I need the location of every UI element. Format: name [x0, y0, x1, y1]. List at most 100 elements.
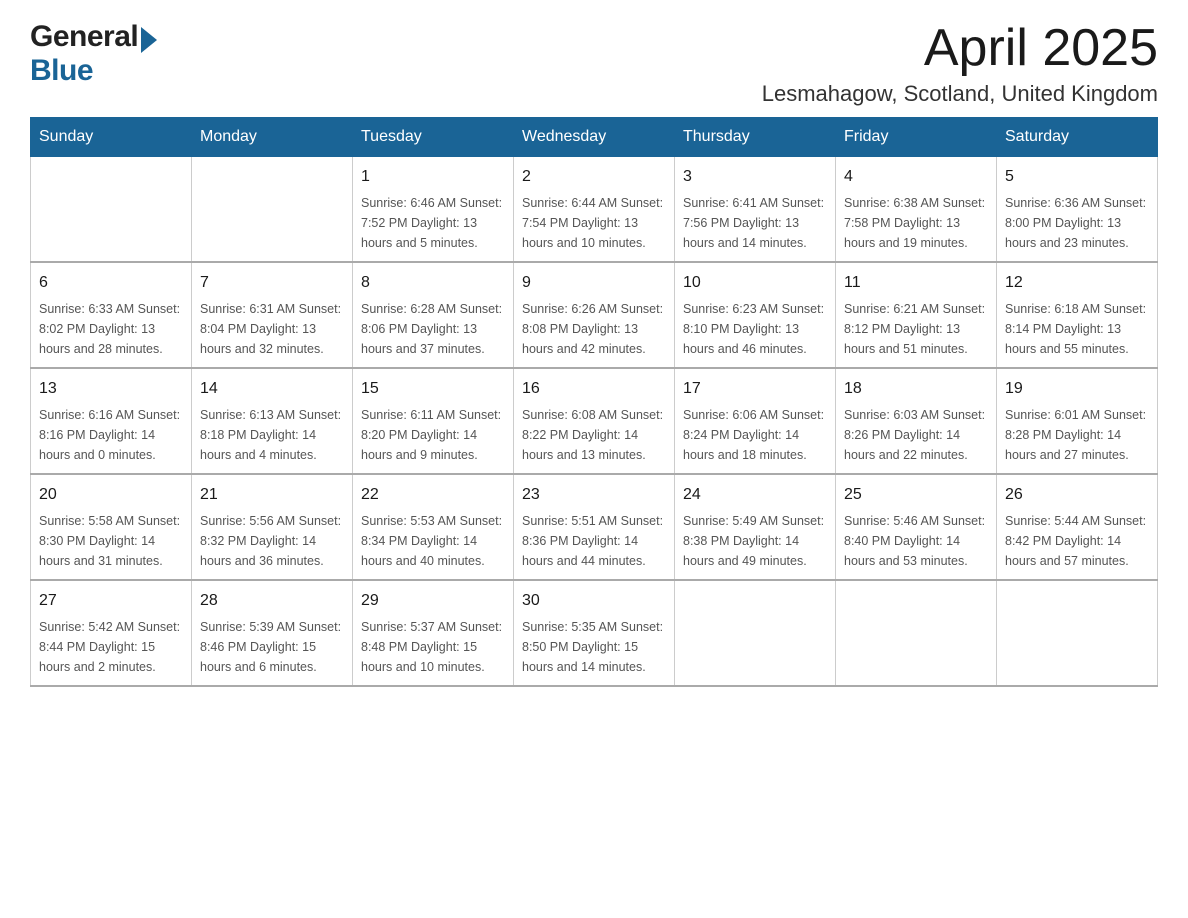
day-info: Sunrise: 5:53 AM Sunset: 8:34 PM Dayligh… [361, 511, 505, 571]
calendar-header-row: Sunday Monday Tuesday Wednesday Thursday… [31, 118, 1158, 157]
day-info: Sunrise: 5:39 AM Sunset: 8:46 PM Dayligh… [200, 617, 344, 677]
calendar-cell-w1-d4: 2 Sunrise: 6:44 AM Sunset: 7:54 PM Daylig… [514, 157, 675, 263]
day-number: 3 [683, 165, 827, 189]
day-number: 7 [200, 271, 344, 295]
day-info: Sunrise: 6:18 AM Sunset: 8:14 PM Dayligh… [1005, 299, 1149, 359]
calendar-cell-w1-d3: 1 Sunrise: 6:46 AM Sunset: 7:52 PM Daylig… [353, 157, 514, 263]
calendar-cell-w5-d3: 29 Sunrise: 5:37 AM Sunset: 8:48 PM Dayli… [353, 580, 514, 686]
day-number: 17 [683, 377, 827, 401]
day-info: Sunrise: 6:11 AM Sunset: 8:20 PM Dayligh… [361, 405, 505, 465]
col-saturday: Saturday [997, 118, 1158, 157]
day-number: 20 [39, 483, 183, 507]
calendar-cell-w1-d1 [31, 157, 192, 263]
day-number: 26 [1005, 483, 1149, 507]
day-number: 24 [683, 483, 827, 507]
day-number: 18 [844, 377, 988, 401]
day-number: 30 [522, 589, 666, 613]
calendar-cell-w3-d4: 16 Sunrise: 6:08 AM Sunset: 8:22 PM Dayli… [514, 368, 675, 474]
day-number: 1 [361, 165, 505, 189]
day-number: 14 [200, 377, 344, 401]
page-subtitle: Lesmahagow, Scotland, United Kingdom [762, 81, 1158, 107]
calendar-cell-w5-d2: 28Sunrise: 5:39 AM Sunset: 8:46 PM Dayli… [192, 580, 353, 686]
day-number: 12 [1005, 271, 1149, 295]
calendar-cell-w3-d7: 19 Sunrise: 6:01 AM Sunset: 8:28 PM Dayli… [997, 368, 1158, 474]
calendar-cell-w4-d6: 25Sunrise: 5:46 AM Sunset: 8:40 PM Dayli… [836, 474, 997, 580]
day-info: Sunrise: 5:44 AM Sunset: 8:42 PM Dayligh… [1005, 511, 1149, 571]
calendar-week-1: 1 Sunrise: 6:46 AM Sunset: 7:52 PM Daylig… [31, 157, 1158, 263]
day-info: Sunrise: 6:08 AM Sunset: 8:22 PM Dayligh… [522, 405, 666, 465]
day-info: Sunrise: 6:01 AM Sunset: 8:28 PM Dayligh… [1005, 405, 1149, 465]
calendar-cell-w4-d4: 23Sunrise: 5:51 AM Sunset: 8:36 PM Dayli… [514, 474, 675, 580]
day-number: 11 [844, 271, 988, 295]
day-info: Sunrise: 6:46 AM Sunset: 7:52 PM Dayligh… [361, 193, 505, 253]
calendar-cell-w5-d4: 30Sunrise: 5:35 AM Sunset: 8:50 PM Dayli… [514, 580, 675, 686]
calendar-cell-w3-d3: 15 Sunrise: 6:11 AM Sunset: 8:20 PM Dayli… [353, 368, 514, 474]
calendar-cell-w3-d2: 14 Sunrise: 6:13 AM Sunset: 8:18 PM Dayli… [192, 368, 353, 474]
day-number: 2 [522, 165, 666, 189]
calendar-cell-w2-d3: 8 Sunrise: 6:28 AM Sunset: 8:06 PM Daylig… [353, 262, 514, 368]
day-number: 23 [522, 483, 666, 507]
col-tuesday: Tuesday [353, 118, 514, 157]
day-number: 5 [1005, 165, 1149, 189]
day-info: Sunrise: 5:58 AM Sunset: 8:30 PM Dayligh… [39, 511, 183, 571]
calendar-cell-w3-d5: 17 Sunrise: 6:06 AM Sunset: 8:24 PM Dayli… [675, 368, 836, 474]
day-info: Sunrise: 6:36 AM Sunset: 8:00 PM Dayligh… [1005, 193, 1149, 253]
day-info: Sunrise: 6:21 AM Sunset: 8:12 PM Dayligh… [844, 299, 988, 359]
calendar-week-2: 6 Sunrise: 6:33 AM Sunset: 8:02 PM Daylig… [31, 262, 1158, 368]
col-monday: Monday [192, 118, 353, 157]
day-info: Sunrise: 6:23 AM Sunset: 8:10 PM Dayligh… [683, 299, 827, 359]
calendar-cell-w1-d7: 5 Sunrise: 6:36 AM Sunset: 8:00 PM Daylig… [997, 157, 1158, 263]
day-info: Sunrise: 6:44 AM Sunset: 7:54 PM Dayligh… [522, 193, 666, 253]
day-info: Sunrise: 5:46 AM Sunset: 8:40 PM Dayligh… [844, 511, 988, 571]
day-number: 27 [39, 589, 183, 613]
day-info: Sunrise: 6:03 AM Sunset: 8:26 PM Dayligh… [844, 405, 988, 465]
logo: General Blue [30, 20, 157, 88]
day-number: 8 [361, 271, 505, 295]
day-info: Sunrise: 6:06 AM Sunset: 8:24 PM Dayligh… [683, 405, 827, 465]
title-section: April 2025 Lesmahagow, Scotland, United … [762, 20, 1158, 107]
day-number: 15 [361, 377, 505, 401]
day-info: Sunrise: 5:42 AM Sunset: 8:44 PM Dayligh… [39, 617, 183, 677]
day-number: 16 [522, 377, 666, 401]
day-info: Sunrise: 6:38 AM Sunset: 7:58 PM Dayligh… [844, 193, 988, 253]
calendar-cell-w3-d1: 13Sunrise: 6:16 AM Sunset: 8:16 PM Dayli… [31, 368, 192, 474]
calendar-week-3: 13Sunrise: 6:16 AM Sunset: 8:16 PM Dayli… [31, 368, 1158, 474]
page-header: General Blue April 2025 Lesmahagow, Scot… [30, 20, 1158, 107]
calendar-cell-w2-d7: 12 Sunrise: 6:18 AM Sunset: 8:14 PM Dayli… [997, 262, 1158, 368]
logo-blue-text: Blue [30, 54, 93, 88]
calendar-cell-w5-d6 [836, 580, 997, 686]
calendar-cell-w2-d6: 11 Sunrise: 6:21 AM Sunset: 8:12 PM Dayli… [836, 262, 997, 368]
calendar-cell-w5-d5 [675, 580, 836, 686]
day-info: Sunrise: 5:49 AM Sunset: 8:38 PM Dayligh… [683, 511, 827, 571]
calendar-cell-w2-d5: 10 Sunrise: 6:23 AM Sunset: 8:10 PM Dayli… [675, 262, 836, 368]
calendar-cell-w2-d4: 9Sunrise: 6:26 AM Sunset: 8:08 PM Daylig… [514, 262, 675, 368]
day-info: Sunrise: 5:56 AM Sunset: 8:32 PM Dayligh… [200, 511, 344, 571]
calendar-cell-w5-d1: 27 Sunrise: 5:42 AM Sunset: 8:44 PM Dayli… [31, 580, 192, 686]
calendar-cell-w4-d5: 24 Sunrise: 5:49 AM Sunset: 8:38 PM Dayli… [675, 474, 836, 580]
calendar-cell-w1-d2 [192, 157, 353, 263]
calendar-cell-w4-d7: 26 Sunrise: 5:44 AM Sunset: 8:42 PM Dayli… [997, 474, 1158, 580]
calendar-cell-w4-d3: 22 Sunrise: 5:53 AM Sunset: 8:34 PM Dayli… [353, 474, 514, 580]
page-title: April 2025 [762, 20, 1158, 77]
calendar-cell-w4-d1: 20 Sunrise: 5:58 AM Sunset: 8:30 PM Dayli… [31, 474, 192, 580]
calendar-cell-w5-d7 [997, 580, 1158, 686]
calendar-table: Sunday Monday Tuesday Wednesday Thursday… [30, 117, 1158, 687]
day-info: Sunrise: 6:31 AM Sunset: 8:04 PM Dayligh… [200, 299, 344, 359]
day-number: 4 [844, 165, 988, 189]
day-number: 10 [683, 271, 827, 295]
day-number: 6 [39, 271, 183, 295]
calendar-cell-w2-d2: 7 Sunrise: 6:31 AM Sunset: 8:04 PM Daylig… [192, 262, 353, 368]
col-wednesday: Wednesday [514, 118, 675, 157]
calendar-week-4: 20 Sunrise: 5:58 AM Sunset: 8:30 PM Dayli… [31, 474, 1158, 580]
day-number: 19 [1005, 377, 1149, 401]
calendar-cell-w2-d1: 6 Sunrise: 6:33 AM Sunset: 8:02 PM Daylig… [31, 262, 192, 368]
day-info: Sunrise: 6:28 AM Sunset: 8:06 PM Dayligh… [361, 299, 505, 359]
day-info: Sunrise: 6:13 AM Sunset: 8:18 PM Dayligh… [200, 405, 344, 465]
day-number: 22 [361, 483, 505, 507]
day-number: 29 [361, 589, 505, 613]
day-info: Sunrise: 5:37 AM Sunset: 8:48 PM Dayligh… [361, 617, 505, 677]
col-friday: Friday [836, 118, 997, 157]
calendar-cell-w4-d2: 21Sunrise: 5:56 AM Sunset: 8:32 PM Dayli… [192, 474, 353, 580]
day-info: Sunrise: 6:33 AM Sunset: 8:02 PM Dayligh… [39, 299, 183, 359]
logo-general-text: General [30, 20, 138, 54]
